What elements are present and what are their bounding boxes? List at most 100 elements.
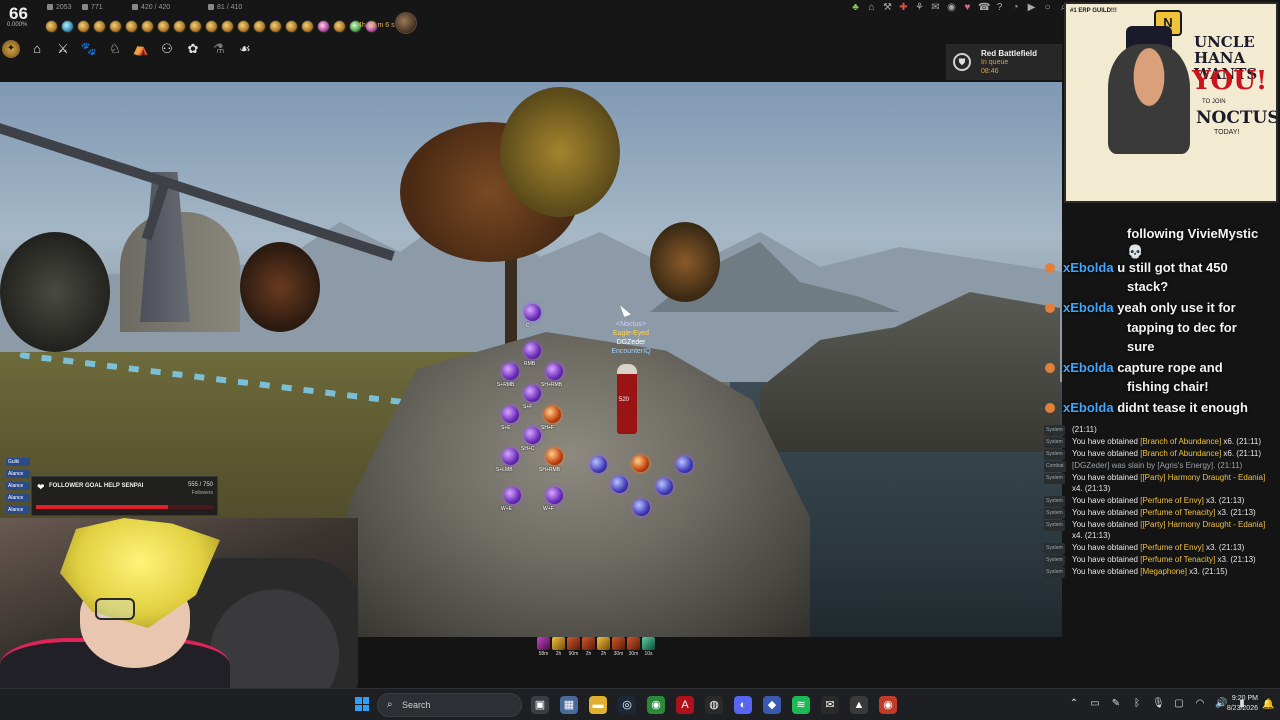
- usb-icon[interactable]: ▭: [1089, 698, 1101, 710]
- chrome-icon[interactable]: ◉: [647, 696, 665, 714]
- buff-icon[interactable]: [141, 20, 154, 33]
- skill-orb[interactable]: [546, 487, 563, 504]
- chat-username[interactable]: xEbolda: [1063, 360, 1114, 375]
- buff-icon[interactable]: [317, 20, 330, 33]
- notification-bell-icon[interactable]: 🔔: [1262, 699, 1274, 710]
- skill-orb[interactable]: [633, 499, 650, 516]
- house-icon[interactable]: ⌂: [28, 40, 46, 58]
- play-icon[interactable]: ▶: [1026, 2, 1037, 13]
- buff-icon[interactable]: [77, 20, 90, 33]
- gift-icon[interactable]: ✚: [898, 2, 909, 13]
- buff-icon[interactable]: [205, 20, 218, 33]
- buff-icon[interactable]: [253, 20, 266, 33]
- quickbar-slot[interactable]: 90m: [567, 637, 580, 657]
- wifi-icon[interactable]: ◠: [1194, 698, 1206, 710]
- game-icon[interactable]: ▲: [850, 696, 868, 714]
- family-icon[interactable]: ⚇: [158, 40, 176, 58]
- pearl-icon[interactable]: ◉: [946, 2, 957, 13]
- log-item[interactable]: [Perfume of Tenacity]: [1140, 508, 1215, 517]
- chat-username[interactable]: xEbolda: [1063, 260, 1114, 275]
- buff-icon[interactable]: [109, 20, 122, 33]
- heart-icon[interactable]: ♥: [962, 2, 973, 13]
- paw-icon[interactable]: 🐾: [80, 40, 98, 58]
- mail-icon[interactable]: ✉: [930, 2, 941, 13]
- log-item[interactable]: [[Party] Harmony Draught - Edania]: [1140, 520, 1265, 529]
- party-member[interactable]: Alance: [6, 494, 30, 502]
- tree-icon[interactable]: ♣: [850, 2, 861, 13]
- skill-orb[interactable]: [524, 427, 541, 444]
- log-item[interactable]: [[Party] Harmony Draught - Edania]: [1140, 473, 1265, 482]
- sword-icon[interactable]: ⚔: [54, 40, 72, 58]
- quickbar-slot[interactable]: 30m: [612, 637, 625, 657]
- quickbar-slot[interactable]: 2h: [582, 637, 595, 657]
- buff-icon[interactable]: [189, 20, 202, 33]
- windows-start-icon[interactable]: [355, 697, 369, 711]
- adobe-icon[interactable]: A: [676, 696, 694, 714]
- buff-icon[interactable]: [269, 20, 282, 33]
- buff-icon[interactable]: [173, 20, 186, 33]
- skill-orb[interactable]: [590, 456, 607, 473]
- quickbar-slot[interactable]: 2h: [597, 637, 610, 657]
- battlefield-queue-notice[interactable]: ⛊ Red Battlefield In queue 08:46: [946, 44, 1062, 80]
- log-item[interactable]: [Perfume of Tenacity]: [1140, 555, 1215, 564]
- buff-icon[interactable]: [301, 20, 314, 33]
- skill-orb[interactable]: [524, 385, 541, 402]
- skill-orb[interactable]: [504, 487, 521, 504]
- quickbar-slot[interactable]: 58m: [537, 637, 550, 657]
- bluetooth-icon[interactable]: ᛒ: [1131, 698, 1143, 710]
- display-icon[interactable]: ▢: [1173, 698, 1185, 710]
- mail-icon[interactable]: ✉: [821, 696, 839, 714]
- spotify-icon[interactable]: ≋: [792, 696, 810, 714]
- steam-icon[interactable]: ◎: [618, 696, 636, 714]
- skill-orb[interactable]: [524, 304, 541, 321]
- file-explorer-icon[interactable]: ▬: [589, 696, 607, 714]
- skill-fire-orb[interactable]: [632, 455, 649, 472]
- party-member[interactable]: Alance: [6, 470, 30, 478]
- chevron-up-icon[interactable]: ⌃: [1068, 698, 1080, 710]
- party-member[interactable]: Alance: [6, 482, 30, 490]
- taskbar-clock[interactable]: 9:20 PM 8/23/2026: [1210, 694, 1258, 714]
- skill-orb[interactable]: [524, 342, 541, 359]
- buff-icon[interactable]: [221, 20, 234, 33]
- discord-icon[interactable]: ◐: [734, 696, 752, 714]
- skill-orb[interactable]: [676, 456, 693, 473]
- shop-icon[interactable]: ⌂: [866, 2, 877, 13]
- skill-orb[interactable]: [502, 406, 519, 423]
- chat-username[interactable]: xEbolda: [1063, 300, 1114, 315]
- ring-icon[interactable]: ○: [1042, 2, 1053, 13]
- quickbar-slot[interactable]: 2h: [552, 637, 565, 657]
- headset-icon[interactable]: ◔: [1010, 2, 1021, 13]
- party-member[interactable]: Alance: [6, 506, 30, 514]
- buff-icon[interactable]: [61, 20, 74, 33]
- chrome-icon-2[interactable]: ◉: [879, 696, 897, 714]
- mic-icon[interactable]: 🎙: [1152, 698, 1165, 710]
- compass-icon[interactable]: ✦: [2, 40, 20, 58]
- camp-icon[interactable]: ⛺: [132, 40, 150, 58]
- dragon-icon[interactable]: ☙: [236, 40, 254, 58]
- skill-orb[interactable]: [546, 363, 563, 380]
- log-item[interactable]: [Megaphone]: [1140, 567, 1187, 576]
- buff-icon[interactable]: [125, 20, 138, 33]
- app-icon[interactable]: ◆: [763, 696, 781, 714]
- buff-icon[interactable]: [333, 20, 346, 33]
- skill-orb[interactable]: [502, 448, 519, 465]
- buff-icon[interactable]: [45, 20, 58, 33]
- buff-icon[interactable]: [285, 20, 298, 33]
- horse-icon[interactable]: ♘: [106, 40, 124, 58]
- skill-orb[interactable]: [611, 476, 628, 493]
- buff-icon[interactable]: [237, 20, 250, 33]
- phone-icon[interactable]: ☎: [978, 2, 990, 13]
- skill-orb[interactable]: [502, 363, 519, 380]
- skill-orb[interactable]: [546, 448, 563, 465]
- task-view-icon[interactable]: ▣: [531, 696, 549, 714]
- buff-icon[interactable]: [93, 20, 106, 33]
- pen-icon[interactable]: ✎: [1110, 698, 1122, 710]
- event-orb-icon[interactable]: [395, 12, 417, 34]
- hammer-icon[interactable]: ⚒: [882, 2, 893, 13]
- taskbar-search[interactable]: ⌕ Search: [377, 693, 522, 717]
- help-icon[interactable]: ?: [994, 2, 1005, 13]
- log-item[interactable]: [Branch of Abundance]: [1140, 437, 1221, 446]
- mount-icon[interactable]: ⚗: [210, 40, 228, 58]
- quickbar-slot[interactable]: 10s: [642, 637, 655, 657]
- skill-orb[interactable]: [656, 478, 673, 495]
